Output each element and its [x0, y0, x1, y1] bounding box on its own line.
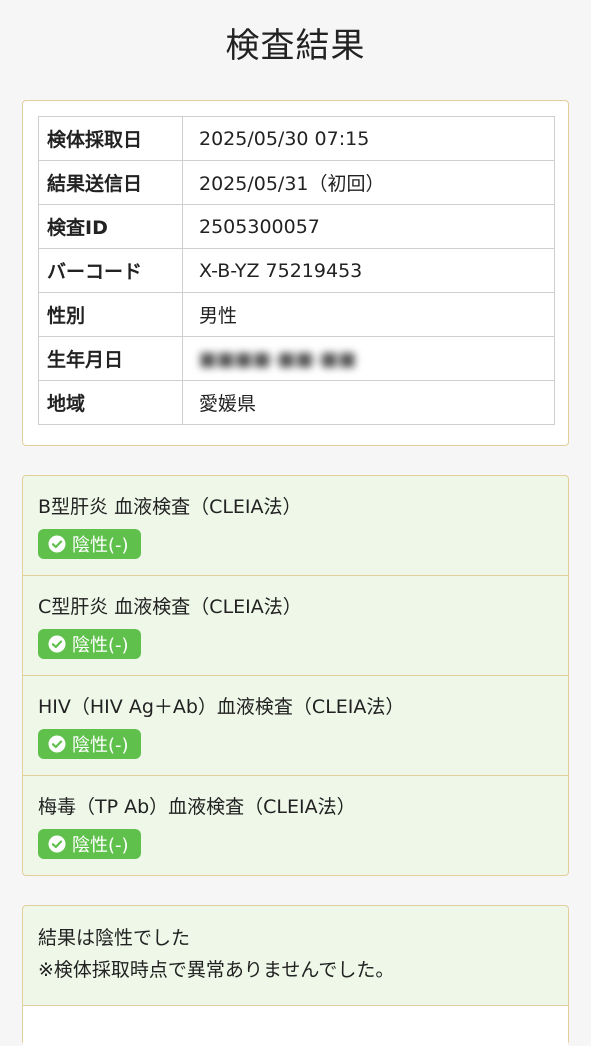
info-label: 結果送信日	[38, 160, 183, 205]
result-badge: 陰性(-)	[38, 529, 141, 559]
summary-card: 結果は陰性でした ※検体採取時点で異常ありませんでした。	[22, 905, 569, 1046]
info-label: バーコード	[38, 248, 183, 293]
info-row-sex: 性別 男性	[38, 292, 555, 337]
info-value: X-B-YZ 75219453	[182, 248, 555, 293]
specimen-info-table: 検体採取日 2025/05/30 07:15 結果送信日 2025/05/31（…	[38, 116, 555, 425]
test-name: B型肝炎 血液検査（CLEIA法）	[38, 496, 302, 518]
result-badge: 陰性(-)	[38, 629, 141, 659]
result-text: 陰性(-)	[72, 835, 129, 856]
check-circle-icon	[48, 735, 66, 753]
check-circle-icon	[48, 535, 66, 553]
test-item-syphilis: 梅毒（TP Ab）血液検査（CLEIA法） 陰性(-)	[23, 776, 568, 876]
test-item-hepatitis-b: B型肝炎 血液検査（CLEIA法） 陰性(-)	[23, 476, 568, 576]
info-row-collection-date: 検体採取日 2025/05/30 07:15	[38, 116, 555, 161]
info-value: 2025/05/31（初回）	[182, 160, 555, 205]
result-text: 陰性(-)	[72, 735, 129, 756]
check-circle-icon	[48, 635, 66, 653]
info-label: 性別	[38, 292, 183, 337]
test-name: HIV（HIV Ag＋Ab）血液検査（CLEIA法）	[38, 696, 405, 718]
info-row-sent-date: 結果送信日 2025/05/31（初回）	[38, 160, 555, 205]
summary-line-2: ※検体採取時点で異常ありませんでした。	[38, 959, 395, 981]
summary-line-1: 結果は陰性でした	[38, 927, 191, 949]
info-label: 地域	[38, 380, 183, 425]
result-badge: 陰性(-)	[38, 729, 141, 759]
info-row-region: 地域 愛媛県	[38, 380, 555, 425]
info-value: 男性	[182, 292, 555, 337]
specimen-info-card: 検体採取日 2025/05/30 07:15 結果送信日 2025/05/31（…	[22, 100, 569, 446]
check-circle-icon	[48, 835, 66, 853]
info-label: 生年月日	[38, 336, 183, 381]
result-badge: 陰性(-)	[38, 829, 141, 859]
test-name: 梅毒（TP Ab）血液検査（CLEIA法）	[38, 796, 356, 818]
test-item-hepatitis-c: C型肝炎 血液検査（CLEIA法） 陰性(-)	[23, 576, 568, 676]
page-title: 検査結果	[225, 26, 366, 66]
redacted-birthdate: ■■■■-■■-■■	[199, 347, 357, 370]
info-label: 検査ID	[38, 204, 183, 249]
info-value: 2505300057	[182, 204, 555, 249]
test-results-card: B型肝炎 血液検査（CLEIA法） 陰性(-) C型肝炎 血液検査（CLEIA法…	[22, 475, 569, 876]
info-row-test-id: 検査ID 2505300057	[38, 204, 555, 249]
info-row-barcode: バーコード X-B-YZ 75219453	[38, 248, 555, 293]
summary-footer	[23, 1006, 568, 1046]
result-text: 陰性(-)	[72, 535, 129, 556]
summary-message: 結果は陰性でした ※検体採取時点で異常ありませんでした。	[23, 906, 568, 1006]
test-item-hiv: HIV（HIV Ag＋Ab）血液検査（CLEIA法） 陰性(-)	[23, 676, 568, 776]
info-value-redacted: ■■■■-■■-■■	[182, 336, 555, 381]
info-value: 愛媛県	[182, 380, 555, 425]
result-text: 陰性(-)	[72, 635, 129, 656]
info-row-birthdate: 生年月日 ■■■■-■■-■■	[38, 336, 555, 381]
info-value: 2025/05/30 07:15	[182, 116, 555, 161]
info-label: 検体採取日	[38, 116, 183, 161]
test-name: C型肝炎 血液検査（CLEIA法）	[38, 596, 302, 618]
